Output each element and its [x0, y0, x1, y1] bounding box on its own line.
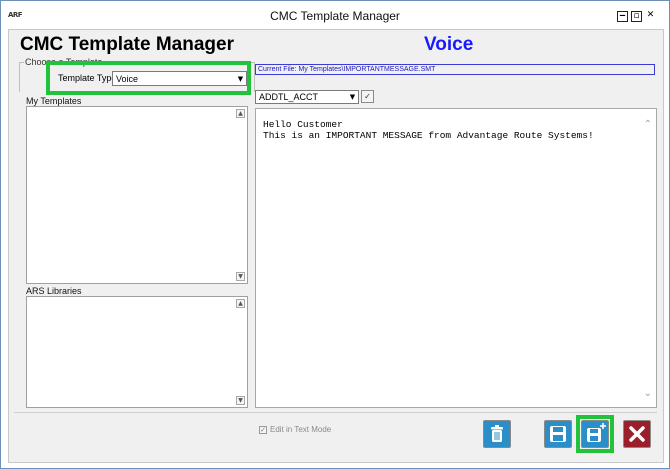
maximize-button[interactable]: ▫ [631, 11, 642, 22]
page-title: CMC Template Manager [20, 34, 234, 55]
save-button[interactable] [544, 420, 572, 448]
checkmark-icon: ✓ [364, 92, 371, 101]
close-icon [629, 426, 645, 442]
title-bar: ARF CMC Template Manager ‒ ▫ ✕ [1, 1, 669, 29]
close-button[interactable] [623, 420, 651, 448]
footer-divider [14, 412, 657, 413]
editor-content[interactable]: Hello Customer This is an IMPORTANT MESS… [263, 119, 594, 141]
close-window-button[interactable]: ✕ [645, 11, 656, 22]
ars-libraries-label: ARS Libraries [26, 286, 82, 296]
my-templates-list[interactable]: ▲ ▼ [26, 106, 248, 284]
scroll-up-icon[interactable]: ▲ [236, 299, 245, 308]
message-editor[interactable]: Hello Customer This is an IMPORTANT MESS… [255, 108, 657, 408]
scroll-up-icon[interactable]: ⌃ [644, 119, 652, 130]
edit-text-mode-checkbox[interactable]: ✓ Edit in Text Mode [259, 425, 331, 434]
field-select-value: ADDTL_ACCT [259, 92, 319, 102]
checkbox-icon[interactable]: ✓ [259, 425, 267, 434]
ars-libraries-list[interactable]: ▲ ▼ [26, 296, 248, 408]
highlight-save-new [576, 415, 614, 453]
my-templates-label: My Templates [26, 96, 82, 106]
window-title: CMC Template Manager [270, 9, 400, 23]
editor-line-2: This is an IMPORTANT MESSAGE from Advant… [263, 130, 594, 141]
trash-icon [491, 425, 503, 442]
chevron-down-icon[interactable]: ▼ [347, 91, 358, 103]
highlight-template-type [46, 61, 251, 95]
save-icon [550, 426, 566, 442]
field-select[interactable]: ADDTL_ACCT ▼ [255, 90, 359, 104]
scroll-down-icon[interactable]: ▼ [236, 272, 245, 281]
current-file-path: Current File: My Templates\IMPORTANTMESS… [255, 64, 655, 75]
main-panel: CMC Template Manager Voice Choose a Temp… [8, 29, 664, 463]
insert-field-button[interactable]: ✓ [361, 90, 374, 103]
scroll-up-icon[interactable]: ▲ [236, 109, 245, 118]
app-window: ARF CMC Template Manager ‒ ▫ ✕ CMC Templ… [0, 0, 670, 469]
template-mode-title: Voice [424, 34, 474, 55]
delete-template-button[interactable] [483, 420, 511, 448]
scroll-down-icon[interactable]: ⌄ [644, 388, 652, 399]
editor-line-1: Hello Customer [263, 119, 343, 130]
minimize-button[interactable]: ‒ [617, 11, 628, 22]
edit-text-mode-label: Edit in Text Mode [270, 425, 332, 434]
scroll-down-icon[interactable]: ▼ [236, 396, 245, 405]
